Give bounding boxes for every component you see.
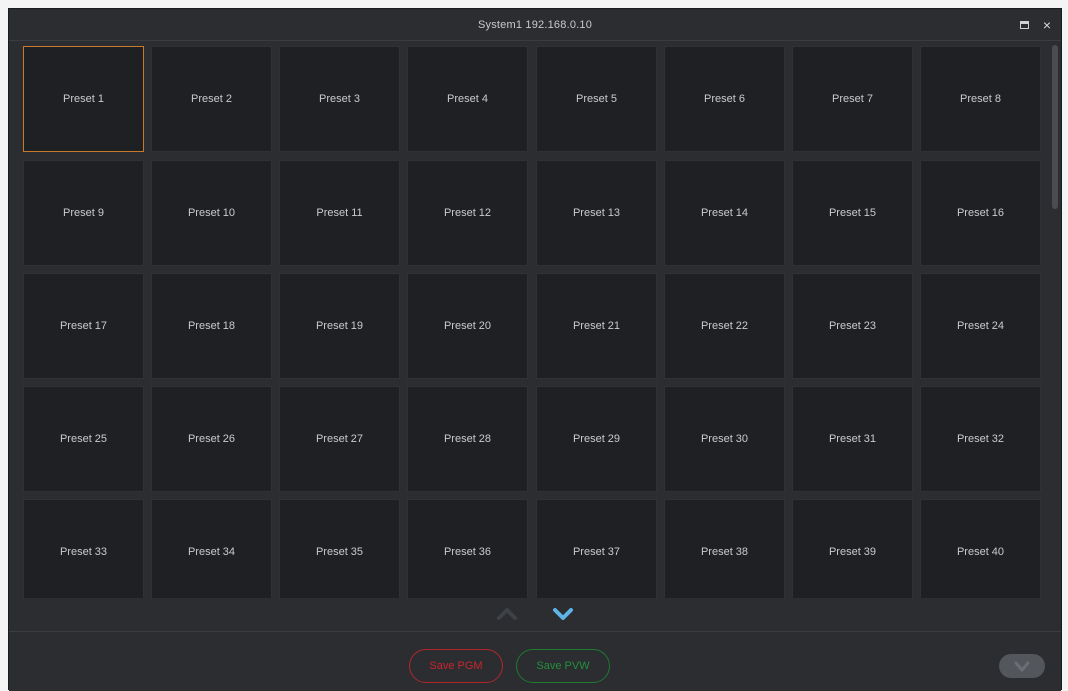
preset-label: Preset 31 xyxy=(828,433,877,445)
preset-label: Preset 18 xyxy=(187,320,236,332)
preset-label: Preset 20 xyxy=(443,320,492,332)
maximize-icon[interactable] xyxy=(1019,21,1029,29)
preset-tile[interactable]: Preset 4 xyxy=(407,46,528,152)
chevron-down-icon[interactable] xyxy=(552,606,574,622)
title-bar: System1 192.168.0.10 × xyxy=(9,9,1061,41)
preset-tile[interactable]: Preset 12 xyxy=(407,160,528,266)
preset-tile[interactable]: Preset 2 xyxy=(151,46,272,152)
preset-label: Preset 2 xyxy=(191,93,232,105)
preset-tile[interactable]: Preset 15 xyxy=(792,160,913,266)
preset-label: Preset 33 xyxy=(59,546,108,558)
preset-tile[interactable]: Preset 35 xyxy=(279,499,400,598)
preset-label: Preset 36 xyxy=(443,546,492,558)
preset-tile[interactable]: Preset 21 xyxy=(536,273,657,379)
preset-label: Preset 28 xyxy=(443,433,492,445)
preset-tile[interactable]: Preset 1 xyxy=(23,46,144,152)
preset-label: Preset 4 xyxy=(447,93,488,105)
preset-tile[interactable]: Preset 30 xyxy=(664,386,785,492)
close-icon[interactable]: × xyxy=(1043,18,1051,32)
preset-label: Preset 39 xyxy=(828,546,877,558)
preset-tile[interactable]: Preset 10 xyxy=(151,160,272,266)
preset-tile[interactable]: Preset 31 xyxy=(792,386,913,492)
preset-tile[interactable]: Preset 14 xyxy=(664,160,785,266)
preset-tile[interactable]: Preset 13 xyxy=(536,160,657,266)
preset-label: Preset 34 xyxy=(187,546,236,558)
preset-label: Preset 17 xyxy=(59,320,108,332)
preset-label: Preset 3 xyxy=(319,93,360,105)
preset-label: Preset 14 xyxy=(700,207,749,219)
preset-label: Preset 21 xyxy=(572,320,621,332)
preset-label: Preset 12 xyxy=(443,207,492,219)
preset-label: Preset 23 xyxy=(828,320,877,332)
preset-tile[interactable]: Preset 23 xyxy=(792,273,913,379)
preset-tile[interactable]: Preset 5 xyxy=(536,46,657,152)
preset-tile[interactable]: Preset 29 xyxy=(536,386,657,492)
preset-label: Preset 32 xyxy=(956,433,1005,445)
window-controls: × xyxy=(1019,9,1051,41)
preset-label: Preset 15 xyxy=(828,207,877,219)
preset-label: Preset 10 xyxy=(187,207,236,219)
lock-toggle-icon xyxy=(1014,661,1030,672)
preset-tile[interactable]: Preset 28 xyxy=(407,386,528,492)
preset-tile[interactable]: Preset 27 xyxy=(279,386,400,492)
pager xyxy=(9,598,1061,630)
preset-label: Preset 27 xyxy=(315,433,364,445)
preset-tile[interactable]: Preset 11 xyxy=(279,160,400,266)
preset-tile[interactable]: Preset 20 xyxy=(407,273,528,379)
preset-label: Preset 7 xyxy=(832,93,873,105)
chevron-up-icon[interactable] xyxy=(496,606,518,622)
preset-label: Preset 9 xyxy=(63,207,104,219)
preset-label: Preset 22 xyxy=(700,320,749,332)
preset-tile[interactable]: Preset 36 xyxy=(407,499,528,598)
preset-tile[interactable]: Preset 26 xyxy=(151,386,272,492)
preset-tile[interactable]: Preset 39 xyxy=(792,499,913,598)
preset-tile[interactable]: Preset 24 xyxy=(920,273,1041,379)
preset-label: Preset 1 xyxy=(63,93,104,105)
preset-tile[interactable]: Preset 16 xyxy=(920,160,1041,266)
preset-label: Preset 16 xyxy=(956,207,1005,219)
preset-label: Preset 40 xyxy=(956,546,1005,558)
preset-tile[interactable]: Preset 7 xyxy=(792,46,913,152)
scrollbar-thumb[interactable] xyxy=(1052,45,1058,209)
preset-label: Preset 24 xyxy=(956,320,1005,332)
save-pvw-button[interactable]: Save PVW xyxy=(516,649,610,683)
preset-grid: Preset 1 Preset 2 Preset 3 Preset 4 Preset 5… xyxy=(9,42,1049,598)
preset-label: Preset 38 xyxy=(700,546,749,558)
preset-label: Preset 26 xyxy=(187,433,236,445)
lock-toggle-button[interactable] xyxy=(999,654,1045,678)
preset-label: Preset 13 xyxy=(572,207,621,219)
action-bar: Save PGM Save PVW xyxy=(9,631,1061,691)
save-pgm-button[interactable]: Save PGM xyxy=(409,649,503,683)
preset-label: Preset 5 xyxy=(576,93,617,105)
preset-tile[interactable]: Preset 32 xyxy=(920,386,1041,492)
preset-tile[interactable]: Preset 37 xyxy=(536,499,657,598)
preset-tile[interactable]: Preset 17 xyxy=(23,273,144,379)
preset-tile[interactable]: Preset 3 xyxy=(279,46,400,152)
preset-label: Preset 8 xyxy=(960,93,1001,105)
preset-tile[interactable]: Preset 19 xyxy=(279,273,400,379)
preset-tile[interactable]: Preset 18 xyxy=(151,273,272,379)
preset-window: System1 192.168.0.10 × Preset 1 Preset 2P… xyxy=(8,8,1062,691)
preset-tile[interactable]: Preset 6 xyxy=(664,46,785,152)
preset-label: Preset 37 xyxy=(572,546,621,558)
preset-label: Preset 30 xyxy=(700,433,749,445)
window-title: System1 192.168.0.10 xyxy=(477,18,593,31)
preset-tile[interactable]: Preset 38 xyxy=(664,499,785,598)
preset-tile[interactable]: Preset 40 xyxy=(920,499,1041,598)
preset-label: Preset 6 xyxy=(704,93,745,105)
preset-tile[interactable]: Preset 34 xyxy=(151,499,272,598)
preset-label: Preset 35 xyxy=(315,546,364,558)
preset-tile[interactable]: Preset 33 xyxy=(23,499,144,598)
preset-tile[interactable]: Preset 25 xyxy=(23,386,144,492)
preset-label: Preset 29 xyxy=(572,433,621,445)
preset-label: Preset 19 xyxy=(315,320,364,332)
preset-label: Preset 11 xyxy=(316,207,363,219)
preset-label: Preset 25 xyxy=(59,433,108,445)
preset-tile[interactable]: Preset 8 xyxy=(920,46,1041,152)
preset-tile[interactable]: Preset 9 xyxy=(23,160,144,266)
preset-tile[interactable]: Preset 22 xyxy=(664,273,785,379)
